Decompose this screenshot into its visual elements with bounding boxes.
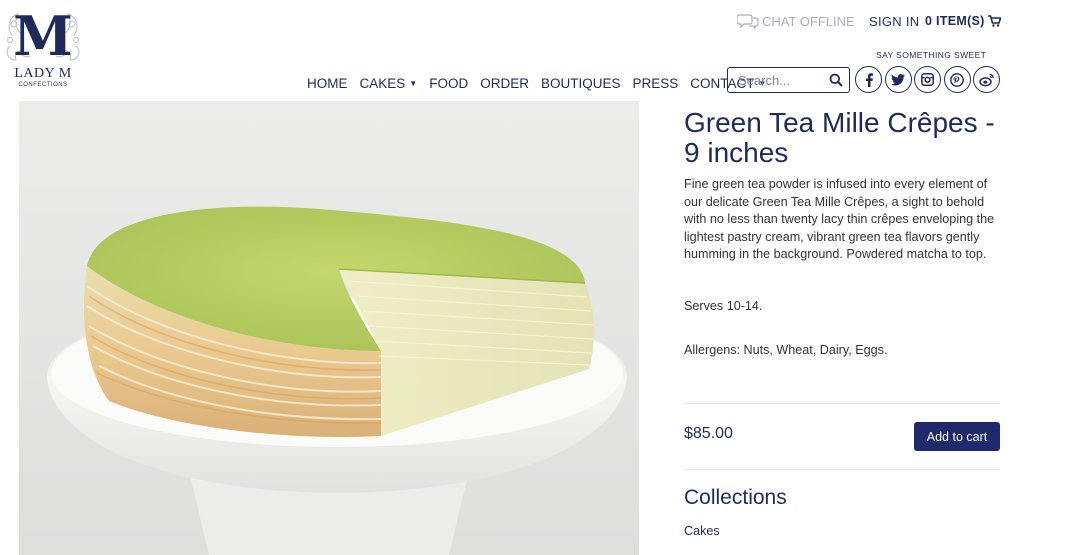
product-title: Green Tea Mille Crêpes - 9 inches	[684, 107, 995, 168]
divider	[684, 469, 1000, 470]
product-serves: Serves 10-14.	[684, 299, 763, 313]
search-icon[interactable]	[829, 73, 843, 87]
cart-count: 0 ITEM(S)	[925, 14, 985, 28]
nav-food-label: FOOD	[429, 75, 469, 91]
weibo-icon[interactable]	[973, 66, 1000, 93]
nav-press[interactable]: PRESS	[632, 76, 678, 91]
tagline: SAY SOMETHING SWEET	[876, 50, 987, 60]
nav-order[interactable]: ORDER	[480, 76, 529, 91]
product-description: Fine green tea powder is infused into ev…	[684, 177, 995, 261]
shopping-cart-icon	[987, 15, 1001, 27]
facebook-icon[interactable]	[855, 66, 882, 93]
product-price: $85.00	[684, 425, 733, 442]
nav-home-label: HOME	[307, 75, 348, 91]
nav-cakes-label: CAKES	[359, 75, 406, 91]
add-to-cart-button[interactable]: Add to cart	[914, 422, 1000, 451]
nav-food[interactable]: FOOD	[429, 76, 468, 91]
brand-logo[interactable]: M LADY M CONFECTIONS	[4, 6, 82, 88]
chat-status-label: CHAT OFFLINE	[762, 13, 855, 29]
collection-link-cakes[interactable]: Cakes	[684, 524, 720, 538]
nav-order-label: ORDER	[480, 75, 529, 91]
logo-subtitle: CONFECTIONS	[18, 82, 68, 88]
instagram-icon[interactable]	[914, 66, 941, 93]
nav-press-label: PRESS	[632, 75, 679, 91]
search-box	[727, 67, 850, 93]
chat-bubble-icon	[737, 14, 759, 29]
logo-letter: M	[13, 4, 73, 68]
nav-cakes[interactable]: CAKES ▼	[360, 76, 418, 91]
twitter-icon[interactable]	[884, 66, 912, 93]
social-links	[855, 66, 1003, 93]
search-input[interactable]	[738, 72, 824, 88]
main-nav: HOME CAKES ▼ FOOD ORDER BOUTIQUES PRESS C…	[307, 74, 778, 92]
cake-illustration	[19, 101, 639, 555]
nav-boutiques-label: BOUTIQUES	[540, 75, 621, 91]
caret-down-icon: ▼	[409, 78, 418, 88]
nav-boutiques[interactable]: BOUTIQUES	[541, 76, 621, 91]
sign-in-link[interactable]: SIGN IN	[869, 11, 920, 31]
product-allergens: Allergens: Nuts, Wheat, Dairy, Eggs.	[684, 343, 888, 357]
logo-name: LADY M	[14, 66, 72, 81]
nav-home[interactable]: HOME	[307, 76, 348, 91]
cart-link[interactable]: 0 ITEM(S)	[925, 11, 1001, 31]
pinterest-icon[interactable]	[943, 66, 971, 93]
product-image[interactable]	[19, 101, 639, 555]
divider	[684, 403, 1000, 404]
collections-heading: Collections	[684, 486, 787, 509]
chat-status[interactable]: CHAT OFFLINE	[737, 11, 855, 31]
